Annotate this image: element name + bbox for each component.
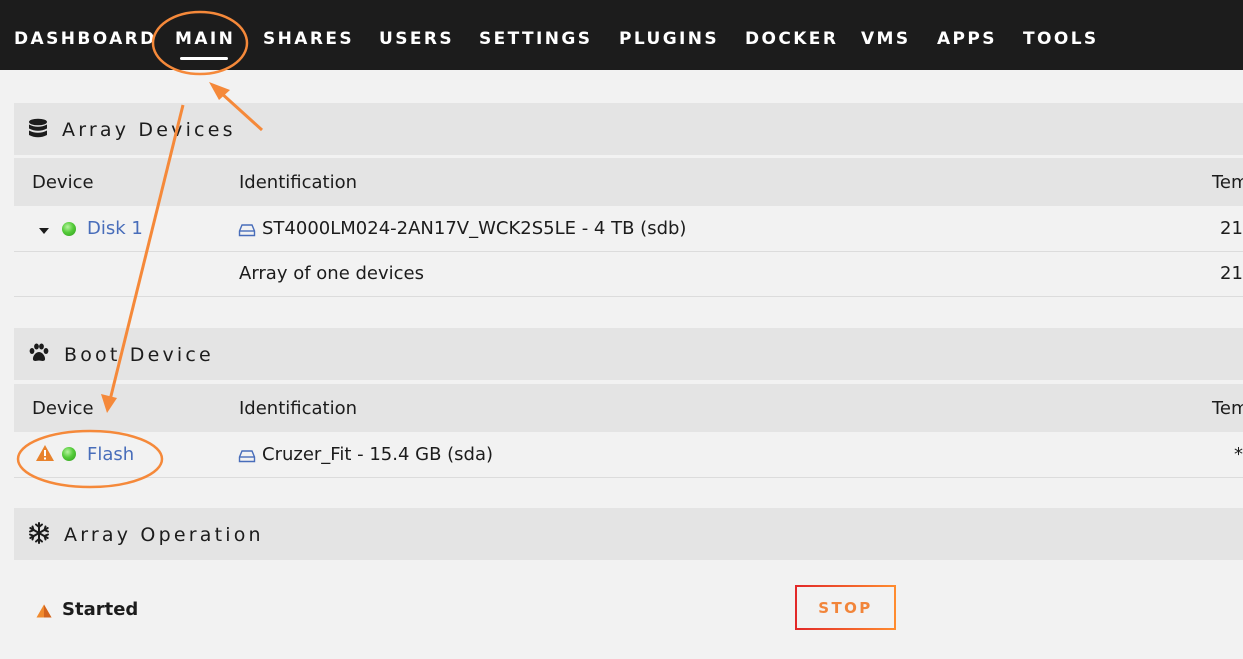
column-temp: Tem (1212, 398, 1243, 419)
flash-link[interactable]: Flash (87, 444, 134, 465)
nav-plugins[interactable]: PLUGINS (619, 29, 719, 51)
stop-array-button[interactable]: STOP (795, 585, 896, 630)
hard-drive-icon (238, 222, 256, 241)
expand-caret-icon[interactable] (39, 228, 49, 234)
nav-tools[interactable]: TOOLS (1023, 29, 1099, 51)
column-identification: Identification (239, 398, 358, 419)
warning-icon (35, 444, 55, 466)
hard-drive-icon (238, 448, 256, 467)
active-tab-indicator (180, 57, 228, 60)
array-summary-temp: 21 (1220, 263, 1243, 284)
array-status-text: Started (62, 599, 139, 620)
array-operation-header[interactable]: Array Operation (14, 508, 1243, 560)
snowflake-icon (28, 522, 50, 548)
column-identification: Identification (239, 172, 358, 193)
flash-identification: Cruzer_Fit - 15.4 GB (sda) (262, 444, 494, 465)
nav-settings[interactable]: SETTINGS (479, 29, 592, 51)
status-green-icon (62, 222, 76, 236)
array-operation-title: Array Operation (64, 524, 264, 546)
column-device: Device (32, 172, 94, 193)
started-status-icon (36, 603, 52, 622)
boot-device-table-header: Device Identification Tem (14, 384, 1243, 432)
nav-users[interactable]: USERS (379, 29, 454, 51)
flash-temp: * (1234, 444, 1243, 465)
status-green-icon (62, 447, 76, 461)
column-device: Device (32, 398, 94, 419)
array-devices-table-header: Device Identification Tem (14, 158, 1243, 206)
boot-device-header[interactable]: Boot Device (14, 328, 1243, 380)
nav-dashboard[interactable]: DASHBOARD (14, 29, 157, 51)
column-temp: Tem (1212, 172, 1243, 193)
nav-docker[interactable]: DOCKER (745, 29, 838, 51)
table-row: Array of one devices 21 (14, 252, 1243, 297)
table-row: Disk 1 ST4000LM024-2AN17V_WCK2S5LE - 4 T… (14, 207, 1243, 252)
nav-main[interactable]: MAIN (175, 29, 235, 51)
annotation-arrowhead (209, 82, 230, 100)
array-devices-header[interactable]: Array Devices (14, 103, 1243, 155)
nav-apps[interactable]: APPS (937, 29, 997, 51)
nav-shares[interactable]: SHARES (263, 29, 354, 51)
boot-device-title: Boot Device (64, 344, 214, 366)
database-icon (28, 118, 48, 144)
table-row: Flash Cruzer_Fit - 15.4 GB (sda) * (14, 433, 1243, 478)
array-summary: Array of one devices (239, 263, 424, 284)
top-navigation-bar: DASHBOARD MAIN SHARES USERS SETTINGS PLU… (0, 0, 1243, 70)
disk1-link[interactable]: Disk 1 (87, 218, 143, 239)
array-devices-title: Array Devices (62, 119, 236, 141)
disk1-identification: ST4000LM024-2AN17V_WCK2S5LE - 4 TB (sdb) (262, 218, 687, 239)
nav-vms[interactable]: VMS (861, 29, 911, 51)
paw-icon (28, 343, 50, 367)
disk1-temp: 21 (1220, 218, 1243, 239)
